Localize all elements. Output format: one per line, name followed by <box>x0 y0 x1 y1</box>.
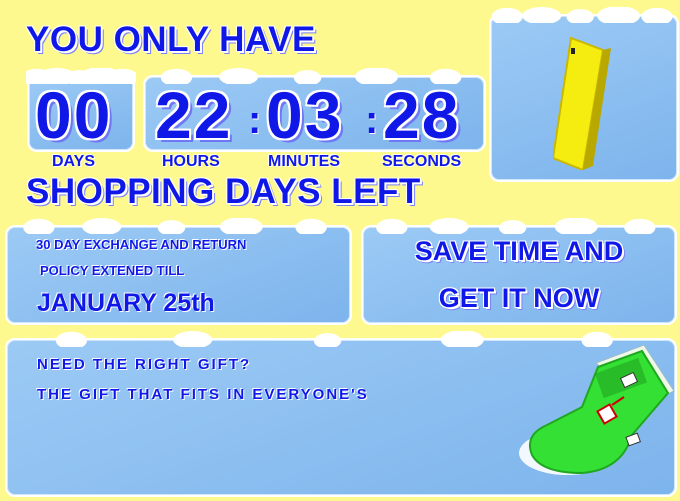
gift-line-2: THE GIFT THAT FITS IN EVERYONE'S <box>37 386 369 403</box>
countdown-days: 00 <box>35 78 113 152</box>
returns-line-1: 30 DAY EXCHANGE AND RETURN <box>36 237 247 252</box>
headline: YOU ONLY HAVE <box>26 20 316 59</box>
save-time-button[interactable]: SAVE TIME AND GET IT NOW <box>360 218 678 325</box>
gift-card-panel <box>488 7 680 182</box>
countdown-hours: 22 <box>155 78 233 152</box>
label-minutes: MINUTES <box>268 153 340 170</box>
separator-1: : <box>248 98 262 142</box>
stocking-icon <box>512 344 677 490</box>
gift-card-icon <box>551 30 623 175</box>
gift-line-1: NEED THE RIGHT GIFT? <box>37 356 252 373</box>
cta-line-2: GET IT NOW <box>438 283 600 313</box>
gift-panel: NEED THE RIGHT GIFT? THE GIFT THAT FITS … <box>4 331 678 497</box>
label-seconds: SECONDS <box>382 153 462 170</box>
returns-date: JANUARY 25th <box>37 289 215 317</box>
returns-panel: 30 DAY EXCHANGE AND RETURN POLICY EXTENE… <box>4 218 353 325</box>
subline: SHOPPING DAYS LEFT <box>26 172 421 211</box>
countdown-seconds: 28 <box>383 78 461 152</box>
label-hours: HOURS <box>162 153 220 170</box>
countdown-minutes: 03 <box>266 78 344 152</box>
separator-2: : <box>365 98 379 142</box>
cta-line-1: SAVE TIME AND <box>414 236 624 266</box>
label-days: DAYS <box>52 153 95 170</box>
returns-line-2: POLICY EXTENED TILL <box>40 263 185 278</box>
